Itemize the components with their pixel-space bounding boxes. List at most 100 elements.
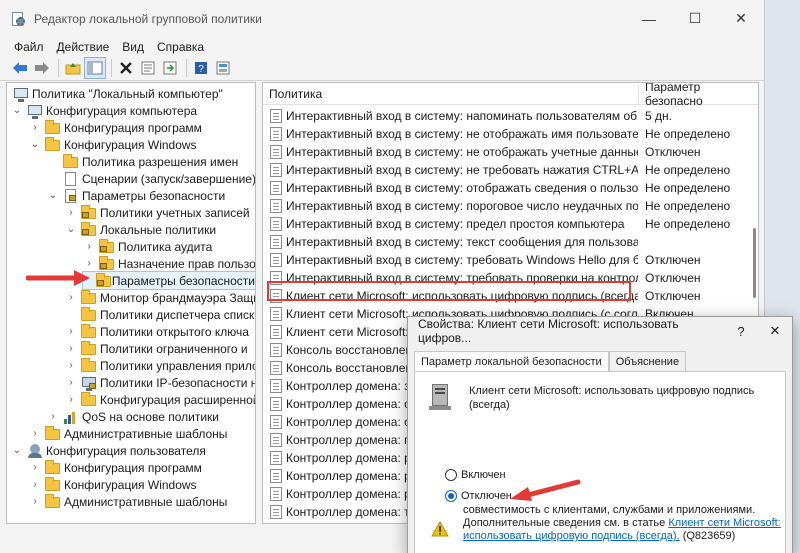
chevron-right-icon[interactable]: ›: [65, 343, 77, 354]
highlight-box: [267, 281, 631, 301]
menu-action[interactable]: Действие: [57, 40, 110, 54]
policy-name: Интерактивный вход в систему: текст сооб…: [286, 235, 638, 249]
tree-item-scripts[interactable]: Сценарии (запуск/завершение): [47, 170, 255, 187]
policy-doc-icon: [270, 253, 282, 267]
chevron-right-icon[interactable]: ›: [65, 207, 77, 218]
policy-setting: Не определено: [645, 217, 731, 231]
radio-enabled[interactable]: Включен: [445, 469, 506, 481]
tree-item-user-windows[interactable]: › Конфигурация Windows: [29, 476, 197, 493]
chevron-right-icon[interactable]: ›: [65, 326, 77, 337]
radio-disabled[interactable]: Отключен: [445, 490, 512, 502]
chevron-right-icon[interactable]: ›: [83, 241, 95, 252]
policy-doc-icon: [270, 379, 282, 393]
chevron-right-icon[interactable]: ›: [29, 122, 41, 133]
back-icon[interactable]: [10, 58, 30, 78]
minimize-button[interactable]: —: [626, 0, 672, 37]
chevron-right-icon[interactable]: ›: [47, 411, 59, 422]
folder-icon: [81, 289, 97, 305]
properties-icon[interactable]: [138, 58, 158, 78]
tree-item-audit-policy[interactable]: › Политика аудита: [83, 238, 212, 255]
policy-setting: 5 дн.: [645, 109, 672, 123]
tree-item-qos[interactable]: › QoS на основе политики: [47, 408, 219, 425]
table-row[interactable]: Интерактивный вход в систему: пороговое …: [263, 197, 758, 215]
chevron-down-icon[interactable]: ⌄: [11, 105, 23, 116]
table-row[interactable]: Интерактивный вход в систему: текст сооб…: [263, 233, 758, 251]
tree-item-security-options[interactable]: Параметры безопасности: [82, 271, 255, 290]
table-row[interactable]: Интерактивный вход в систему: не отображ…: [263, 125, 758, 143]
column-policy[interactable]: Политика: [263, 83, 638, 105]
tree-item-firewall[interactable]: › Монитор брандмауэра Защи: [65, 289, 255, 306]
menu-file[interactable]: Файл: [14, 40, 44, 54]
folder-lock-icon: [81, 221, 97, 237]
policy-doc-icon: [270, 397, 282, 411]
chevron-down-icon[interactable]: ⌄: [11, 445, 23, 456]
table-row[interactable]: Интерактивный вход в систему: напоминать…: [263, 107, 758, 125]
tree-item-user-software[interactable]: › Конфигурация программ: [29, 459, 202, 476]
tree-item-admin-templates[interactable]: › Административные шаблоны: [29, 425, 227, 442]
view-icon[interactable]: [213, 58, 233, 78]
chevron-down-icon[interactable]: ⌄: [29, 139, 41, 150]
table-row[interactable]: Интерактивный вход в систему: отображать…: [263, 179, 758, 197]
chevron-down-icon[interactable]: ⌄: [47, 190, 59, 201]
chevron-right-icon[interactable]: ›: [83, 258, 95, 269]
tree-item-network-list[interactable]: Политики диспетчера списка: [65, 306, 255, 323]
policy-doc-icon: [270, 163, 282, 177]
chevron-right-icon[interactable]: ›: [65, 292, 77, 303]
tree-item-name-resolution[interactable]: Политика разрешения имен: [47, 153, 238, 170]
dialog-help-button[interactable]: ?: [724, 317, 758, 345]
column-security-setting[interactable]: Параметр безопасно: [639, 83, 758, 108]
tree-item-software-restriction[interactable]: › Политики ограниченного и: [65, 340, 248, 357]
table-row[interactable]: Интерактивный вход в систему: не требова…: [263, 161, 758, 179]
tree-item-advanced-audit[interactable]: › Конфигурация расширенной: [65, 391, 255, 408]
delete-icon[interactable]: [116, 58, 136, 78]
window-title: Редактор локальной групповой политики: [34, 11, 262, 26]
table-row[interactable]: Интерактивный вход в систему: не отображ…: [263, 143, 758, 161]
table-row[interactable]: Интерактивный вход в систему: предел про…: [263, 215, 758, 233]
tree-item-security-settings[interactable]: ⌄ Параметры безопасности: [47, 187, 225, 204]
close-button[interactable]: ✕: [718, 0, 764, 37]
policy-setting: Отключен: [645, 289, 701, 303]
menu-view[interactable]: Вид: [122, 40, 144, 54]
tree-item-ipsec[interactable]: › Политики IP-безопасности н: [65, 374, 255, 391]
radio-enabled-circle[interactable]: [445, 469, 457, 481]
maximize-button[interactable]: ☐: [672, 0, 718, 37]
tree-item-computer-config[interactable]: ⌄ Конфигурация компьютера: [11, 102, 197, 119]
show-tree-icon[interactable]: [84, 57, 106, 79]
tree-item-local-policies[interactable]: ⌄ Локальные политики: [65, 221, 216, 238]
tree-item-user-admin-templates[interactable]: › Административные шаблоны: [29, 493, 227, 510]
policy-doc-icon: [270, 181, 282, 195]
chevron-right-icon[interactable]: ›: [65, 360, 77, 371]
tree-item-user-config[interactable]: ⌄ Конфигурация пользователя: [11, 442, 206, 459]
tree-item-windows-settings[interactable]: ⌄ Конфигурация Windows: [29, 136, 197, 153]
chevron-down-icon[interactable]: ⌄: [65, 224, 77, 235]
help-icon[interactable]: ?: [191, 58, 211, 78]
up-folder-icon[interactable]: [63, 58, 83, 78]
console-tree: Политика "Локальный компьютер" ⌄ Конфигу…: [6, 82, 256, 524]
chevron-right-icon[interactable]: ›: [29, 428, 41, 439]
chevron-right-icon[interactable]: ›: [29, 496, 41, 507]
policy-doc-icon: [270, 451, 282, 465]
dialog-close-button[interactable]: ✕: [758, 317, 792, 345]
tree-item-account-policies[interactable]: › Политики учетных записей: [65, 204, 250, 221]
chevron-right-icon[interactable]: ›: [29, 479, 41, 490]
radio-disabled-circle[interactable]: [445, 490, 457, 502]
policy-setting: Не определено: [645, 199, 731, 213]
chevron-right-icon[interactable]: ›: [29, 462, 41, 473]
table-row[interactable]: Интерактивный вход в систему: требовать …: [263, 251, 758, 269]
tree-item-software-settings[interactable]: › Конфигурация программ: [29, 119, 202, 136]
policy-description: Клиент сети Microsoft: использовать цифр…: [469, 385, 755, 411]
properties-dialog: Свойства: Клиент сети Microsoft: использ…: [407, 316, 793, 553]
tab-explain[interactable]: Объяснение: [608, 351, 687, 371]
chevron-right-icon[interactable]: ›: [65, 394, 77, 405]
tab-local-security-setting[interactable]: Параметр локальной безопасности: [414, 351, 609, 372]
tree-item-app-control[interactable]: › Политики управления прило: [65, 357, 255, 374]
chevron-right-icon[interactable]: ›: [65, 377, 77, 388]
menu-help[interactable]: Справка: [157, 40, 204, 54]
tree-item-public-key[interactable]: › Политики открытого ключа: [65, 323, 249, 340]
forward-icon[interactable]: [32, 58, 52, 78]
tree-item-user-rights[interactable]: › Назначение прав пользов: [83, 255, 255, 272]
vertical-scrollbar[interactable]: [753, 228, 756, 298]
policy-name: Интерактивный вход в систему: не отображ…: [286, 127, 638, 141]
tree-item-local-policy[interactable]: Политика "Локальный компьютер": [9, 85, 223, 102]
export-icon[interactable]: [160, 58, 180, 78]
